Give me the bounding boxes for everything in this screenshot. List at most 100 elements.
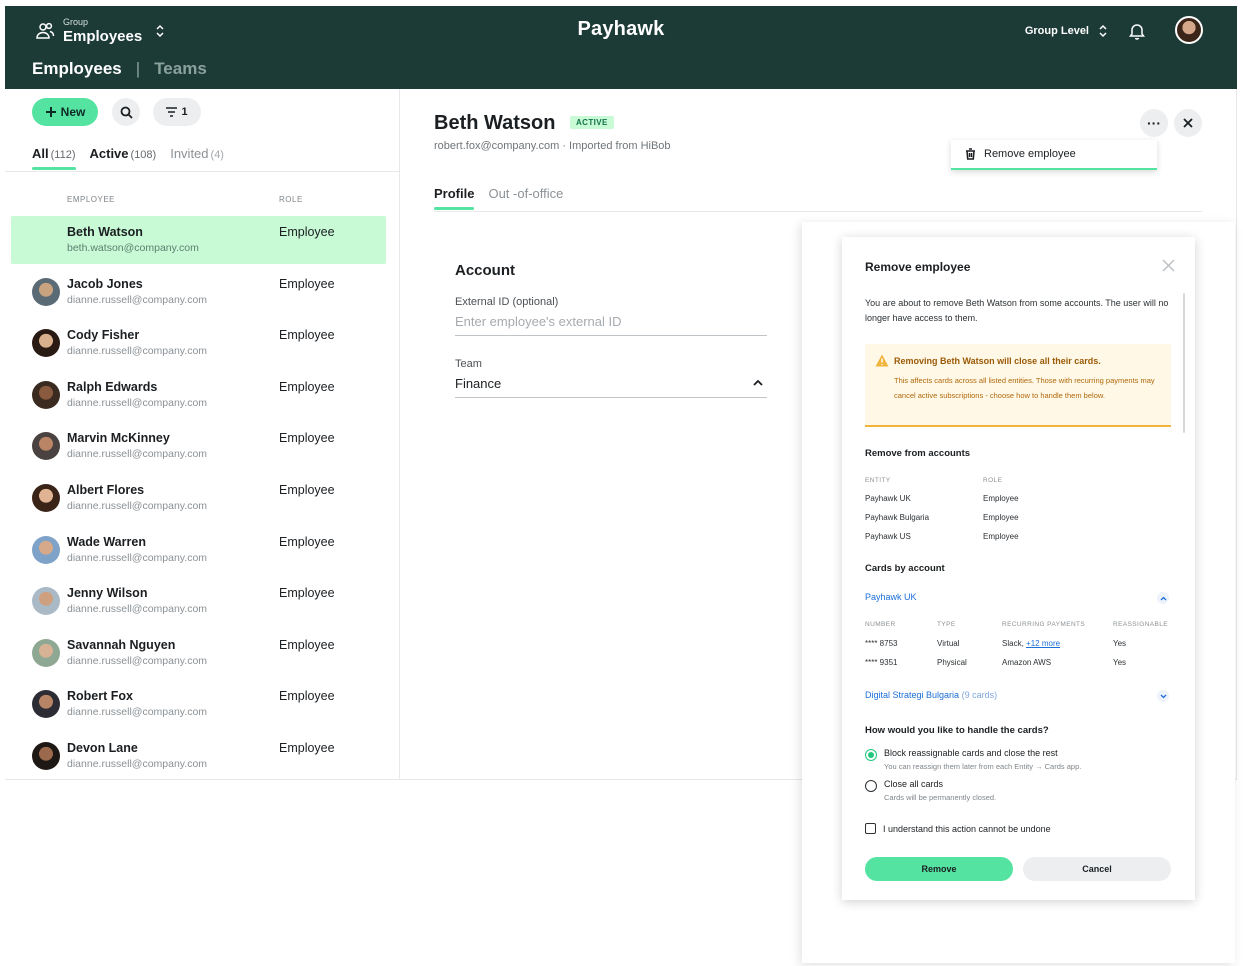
employee-role: Employee (279, 483, 335, 497)
employee-row[interactable]: Jenny Wilson dianne.russell@company.com Em… (11, 577, 386, 625)
detail-tabs: Profile Out -of-office (434, 186, 563, 201)
search-icon (120, 106, 133, 119)
bell-icon[interactable] (1129, 22, 1145, 40)
active-filter-indicator (32, 167, 76, 170)
account-collapsed-name: Digital Strategi Bulgaria (865, 690, 960, 700)
cancel-button[interactable]: Cancel (1023, 857, 1171, 881)
radio-selected[interactable] (865, 749, 877, 761)
recurring-more-link[interactable]: +12 more (1026, 639, 1060, 648)
nav-separator: | (135, 59, 141, 78)
trash-icon (966, 148, 975, 160)
team-value: Finance (455, 376, 502, 391)
account-entity: Payhawk Bulgaria (865, 513, 930, 522)
recurring-text: Slack, (1002, 639, 1024, 648)
confirm-checkbox-row[interactable]: I understand this action cannot be undon… (865, 823, 1051, 834)
employee-email: dianne.russell@company.com (67, 654, 208, 667)
external-id-label: External ID (optional) (455, 296, 559, 308)
avatar (32, 638, 60, 667)
option-hint: Cards will be permanently closed. (884, 793, 997, 802)
option-block-reassignable[interactable]: Block reassignable cards and close the r… (865, 748, 1081, 771)
cards-title: Cards by account (865, 563, 945, 574)
filter-tab-active[interactable]: Active (108) (90, 146, 157, 161)
tab-profile[interactable]: Profile (434, 186, 474, 201)
filter-tab-all[interactable]: All (112) (32, 146, 76, 161)
status-filter-tabs: All (112) Active (108) Invited (4) (32, 146, 224, 161)
employee-role: Employee (279, 741, 335, 755)
new-button[interactable]: New (32, 98, 98, 126)
employee-row[interactable]: Wade Warren dianne.russell@company.com Emp… (11, 526, 386, 574)
group-value: Employees (63, 28, 143, 45)
confirm-checkbox[interactable] (865, 823, 876, 834)
avatar (32, 535, 60, 564)
employee-role: Employee (279, 225, 335, 239)
employee-row[interactable]: Jacob Jones dianne.russell@company.com Emp… (11, 268, 386, 316)
more-actions-button[interactable]: ··· (1140, 109, 1168, 137)
recurring-text: Amazon AWS (1002, 658, 1052, 667)
close-detail-button[interactable] (1174, 109, 1202, 137)
employee-name: Beth Watson (434, 112, 556, 134)
card-number: **** 8753 (865, 639, 898, 648)
radio-unselected[interactable] (865, 780, 877, 792)
warning-banner: Removing Beth Watson will close all thei… (865, 344, 1171, 427)
card-type: Virtual (937, 639, 960, 648)
employee-email: dianne.russell@company.com (67, 551, 208, 564)
modal-scrollbar[interactable] (1183, 293, 1185, 433)
employee-row[interactable]: Cody Fisher dianne.russell@company.com Emp… (11, 319, 386, 367)
active-tab-indicator (434, 207, 474, 210)
expand-account-button[interactable] (1157, 690, 1169, 702)
avatar (32, 329, 60, 358)
external-id-input[interactable]: Enter employee's external ID (455, 314, 767, 336)
employee-row[interactable]: Beth Watson beth.watson@company.com Employ… (11, 216, 386, 264)
chevron-updown-icon (1099, 24, 1107, 38)
close-icon[interactable] (1162, 259, 1175, 272)
employee-name: Savannah Nguyen (67, 637, 176, 652)
search-button[interactable] (112, 98, 140, 126)
employee-email: dianne.russell@company.com (67, 396, 208, 409)
tab-out-of-office[interactable]: Out -of-office (488, 186, 563, 201)
people-icon (36, 22, 55, 39)
card-reassignable: Yes (1113, 639, 1127, 648)
filter-count: 1 (181, 106, 188, 118)
actions-menu: Remove employee (951, 140, 1157, 170)
employee-email: dianne.russell@company.com (67, 293, 208, 306)
nav-tab-teams[interactable]: Teams (154, 59, 207, 79)
filter-tab-invited[interactable]: Invited (4) (170, 146, 224, 161)
account-collapsed-link[interactable]: Digital Strategi Bulgaria (9 cards) (865, 690, 997, 700)
employee-email: dianne.russell@company.com (67, 706, 208, 719)
menu-item-remove-employee[interactable]: Remove employee (984, 148, 1076, 160)
employee-email: dianne.russell@company.com (67, 603, 208, 616)
employee-role: Employee (279, 276, 335, 291)
account-expanded-link[interactable]: Payhawk UK (865, 592, 917, 602)
employee-name: Albert Flores (67, 483, 145, 497)
employee-row[interactable]: Albert Flores dianne.russell@company.com E… (11, 474, 386, 522)
filter-tab-count: (4) (210, 149, 224, 161)
avatar (32, 742, 60, 770)
employee-email: dianne.russell@company.com (67, 758, 208, 770)
employee-name: Devon Lane (67, 741, 138, 755)
employee-role: Employee (279, 431, 335, 446)
team-select[interactable]: Finance (455, 376, 767, 398)
avatar (32, 380, 60, 409)
employee-row[interactable]: Devon Lane dianne.russell@company.com Empl… (11, 732, 386, 780)
filter-tab-count: (112) (50, 149, 76, 161)
employee-role: Employee (279, 637, 335, 652)
card-recurring: Slack, +12 more (1002, 639, 1060, 648)
user-avatar[interactable] (1175, 16, 1203, 44)
employee-row[interactable]: Savannah Nguyen dianne.russell@company.co… (11, 629, 386, 677)
employee-row[interactable]: Robert Fox dianne.russell@company.com Empl… (11, 680, 386, 728)
warning-title: Removing Beth Watson will close all thei… (894, 356, 1101, 366)
remove-button[interactable]: Remove (865, 857, 1013, 881)
employee-row[interactable]: Ralph Edwards dianne.russell@company.com E… (11, 371, 386, 419)
employee-row[interactable]: Marvin McKinney dianne.russell@company.co… (11, 422, 386, 470)
nav-tab-employees[interactable]: Employees (32, 59, 122, 79)
divider (5, 171, 400, 172)
top-bar: Group Employees Payhawk Group Level Empl… (5, 6, 1237, 89)
level-switcher[interactable]: Group Level (1025, 24, 1107, 38)
account-entity: Payhawk UK (865, 494, 911, 503)
collapse-account-button[interactable] (1157, 592, 1169, 604)
employee-name: Jenny Wilson (67, 586, 148, 601)
group-switcher[interactable]: Group Employees (35, 18, 164, 44)
filter-button[interactable]: 1 (153, 98, 201, 126)
filter-tab-label: Invited (170, 146, 209, 161)
option-close-all[interactable]: Close all cards Cards will be permanentl… (865, 779, 996, 802)
